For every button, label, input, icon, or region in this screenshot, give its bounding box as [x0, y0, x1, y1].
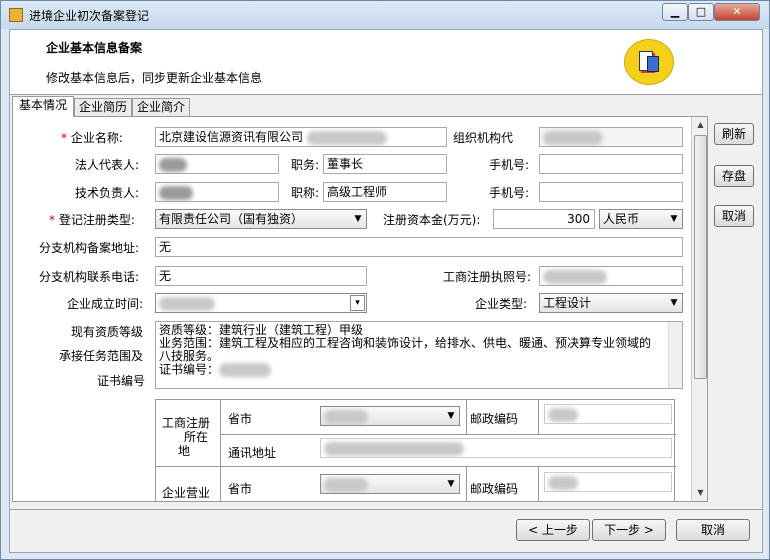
position-input[interactable]: 董事长 [323, 154, 447, 174]
branch-address-input[interactable]: 无 [155, 237, 683, 257]
title-label: 职称: [291, 186, 320, 200]
zip-input[interactable] [544, 404, 672, 424]
chevron-down-icon: ▼ [447, 411, 455, 421]
province-label-2: 省市 [228, 482, 253, 496]
founded-label: 企业成立时间: [67, 297, 144, 311]
minimize-button[interactable]: ▁ [662, 3, 688, 21]
close-button[interactable]: ✕ [714, 3, 760, 21]
position-label: 职务: [291, 158, 320, 172]
branch-address-label: 分支机构备案地址: [39, 241, 140, 255]
tab-basic-info[interactable]: 基本情况 [12, 96, 74, 117]
mobile-label-1: 手机号: [489, 158, 530, 172]
tab-company-history[interactable]: 企业简历 [74, 98, 132, 116]
main-window: 进境企业初次备案登记 ▁ □ ✕ 企业基本信息备案 修改基本信息后，同步更新企业… [0, 0, 770, 560]
prev-step-button[interactable]: < 上一步 [516, 519, 590, 541]
footer-cancel-button[interactable]: 取消 [676, 519, 750, 541]
chevron-down-icon: ▼ [670, 214, 678, 224]
zip-input-2[interactable] [544, 472, 672, 492]
quals-line: 证书编号： [159, 363, 679, 377]
province-label: 省市 [228, 412, 253, 426]
org-code-label: 组织机构代 [453, 131, 514, 145]
address-grid: 工商注册 所在 地 省市 ▼ 邮政编码 通讯地址 企业营业 所在 省市 ▼ 邮政… [155, 399, 676, 501]
title-bar: 进境企业初次备案登记 ▁ □ ✕ [1, 1, 769, 29]
branch-phone-input[interactable]: 无 [155, 266, 367, 286]
currency-select[interactable]: 人民币 ▼ [599, 209, 683, 229]
scroll-down-icon[interactable]: ▼ [692, 485, 707, 501]
tech-lead-label: 技术负责人: [75, 186, 140, 200]
header-title: 企业基本信息备案 [46, 41, 143, 55]
biz-location-title-2: 所在 [184, 498, 208, 501]
mobile-label-2: 手机号: [489, 186, 530, 200]
company-type-label: 企业类型: [475, 297, 528, 311]
header-subtitle: 修改基本信息后，同步更新企业基本信息 [46, 71, 263, 85]
textarea-scrollbar[interactable] [668, 322, 682, 388]
panel-scrollbar[interactable]: ▲ ▼ [691, 117, 707, 501]
next-step-button[interactable]: 下一步 > [592, 519, 666, 541]
scroll-thumb[interactable] [694, 135, 707, 379]
basic-info-panel: * 企业名称: 北京建设信源资讯有限公司 组织机构代 法人代表人: 职务: 董事… [12, 116, 708, 502]
org-code-input[interactable] [539, 127, 683, 147]
reg-type-label: * 登记注册类型: [49, 213, 135, 227]
company-name-label: * 企业名称: [61, 131, 123, 145]
company-name-input[interactable]: 北京建设信源资讯有限公司 [155, 127, 447, 147]
capital-label: 注册资本金(万元): [383, 213, 481, 227]
quals-label-2: 承接任务范围及 [59, 349, 144, 363]
province-select[interactable]: ▼ [320, 406, 460, 426]
tab-company-profile[interactable]: 企业简介 [132, 98, 190, 116]
save-button[interactable]: 存盘 [714, 165, 754, 187]
mobile-input-1[interactable] [539, 154, 683, 174]
calendar-dropdown-icon[interactable]: ▾ [350, 295, 365, 311]
branch-phone-label: 分支机构联系电话: [39, 270, 140, 284]
chevron-down-icon: ▼ [670, 298, 678, 308]
window-title: 进境企业初次备案登记 [29, 9, 150, 23]
company-type-select[interactable]: 工程设计 ▼ [539, 293, 683, 313]
address-label: 通讯地址 [228, 446, 277, 460]
legal-rep-label: 法人代表人: [75, 158, 140, 172]
license-input[interactable] [539, 266, 683, 286]
province-select-2[interactable]: ▼ [320, 474, 460, 494]
header-banner: 企业基本信息备案 修改基本信息后，同步更新企业基本信息 [10, 30, 762, 95]
dialog-client: 企业基本信息备案 修改基本信息后，同步更新企业基本信息 基本情况 企业简历 企业… [9, 29, 763, 553]
legal-rep-input[interactable] [155, 154, 279, 174]
quals-label-3: 证书编号 [97, 374, 146, 388]
mobile-input-2[interactable] [539, 182, 683, 202]
scroll-up-icon[interactable]: ▲ [692, 117, 707, 133]
founded-date-picker[interactable]: ▾ [155, 293, 367, 313]
quals-line: 八技服务。 [159, 349, 220, 363]
capital-input[interactable]: 300 [493, 209, 595, 229]
qualifications-textarea[interactable]: 资质等级：建筑行业（建筑工程）甲级 业务范围：建筑工程及相应的工程咨询和装饰设计… [155, 321, 683, 389]
tech-lead-input[interactable] [155, 182, 279, 202]
side-cancel-button[interactable]: 取消 [714, 205, 754, 227]
refresh-button[interactable]: 刷新 [714, 123, 754, 145]
chevron-down-icon: ▼ [354, 214, 362, 224]
zip-label-2: 邮政编码 [470, 482, 519, 496]
quals-label-1: 现有资质等级 [71, 325, 144, 339]
reg-type-select[interactable]: 有限责任公司（国有独资） ▼ [155, 209, 367, 229]
maximize-button[interactable]: □ [688, 3, 714, 21]
title-input[interactable]: 高级工程师 [323, 182, 447, 202]
reg-location-title-3: 地 [178, 444, 191, 458]
footer-divider [10, 509, 762, 510]
app-icon [9, 8, 23, 22]
address-input[interactable] [320, 438, 672, 458]
zip-label: 邮政编码 [470, 412, 519, 426]
chevron-down-icon: ▼ [447, 479, 455, 489]
quals-line: 业务范围：建筑工程及相应的工程咨询和装饰设计，给排水、供电、暖通、预决算专业领域… [159, 336, 652, 350]
license-label: 工商注册执照号: [443, 270, 532, 284]
documents-logo-icon [624, 39, 674, 85]
